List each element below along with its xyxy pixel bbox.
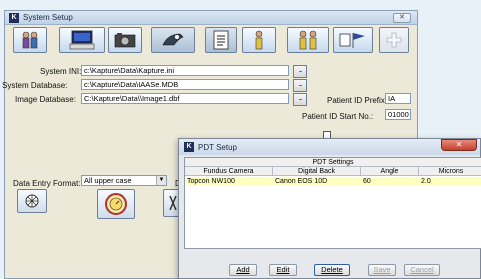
patient-id-start-field[interactable]: 01000 [385,109,411,120]
person-icon [255,30,263,50]
document-button[interactable] [205,27,237,53]
system-ini-field[interactable]: c:\Kapture\Data\Kapture.ini [81,65,289,76]
flag-icon [339,33,365,48]
computer-button[interactable] [59,27,105,53]
title-bar: K System Setup ✕ [5,11,417,25]
cancel-button[interactable]: Cancel [404,264,440,276]
table-cell: 2.0 [421,178,431,185]
scan-button[interactable] [17,189,47,213]
plus-icon [386,32,402,48]
eye-icon [162,33,184,46]
patient-id-prefix-label: Patient ID Prefix: [327,96,388,105]
patient-id-prefix-field[interactable]: IA [385,93,411,104]
data-entry-format-label: Data Entry Format: [13,179,81,188]
column-header[interactable]: Digital Back [273,167,361,176]
system-database-browse-button[interactable]: ... [293,79,307,92]
dialog-title-bar: K PDT Setup ✕ [179,139,480,155]
document-icon [213,30,229,50]
people-button[interactable] [287,27,329,53]
eye-button[interactable] [151,27,195,53]
person-button[interactable] [242,27,276,53]
add-button[interactable]: Add [229,264,257,276]
tools-icon [169,195,177,211]
image-database-label: Image Database: [15,95,76,104]
image-database-field[interactable]: C:\Kapture\Data\\Image1.dbf [81,93,289,104]
dialog-title: PDT Setup [198,143,237,152]
users-icon [22,31,38,49]
users-button[interactable] [13,27,47,53]
system-database-field[interactable]: c:\Kapture\Data\IAASe.MDB [81,79,289,90]
edit-button[interactable]: Edit [269,264,297,276]
app-icon: K [184,142,194,152]
patient-id-start-label: Patient ID Start No.: [302,112,374,121]
delete-button[interactable]: Delete [314,264,350,276]
column-header[interactable]: Angle [361,167,419,176]
app-icon: K [9,13,19,23]
camera-button[interactable] [108,27,142,53]
column-header[interactable]: Fundus Camera [185,167,273,176]
system-database-label: System Database: [2,81,68,90]
image-database-browse-button[interactable]: ... [293,93,307,106]
chevron-down-icon: ▼ [156,176,166,185]
data-entry-format-value: All upper case [84,176,132,185]
flag-button[interactable] [333,27,373,53]
save-button[interactable]: Save [368,264,396,276]
system-ini-browse-button[interactable]: ... [293,65,307,78]
pdt-setup-dialog: K PDT Setup ✕ PDT Settings Fundus Camera… [178,138,481,279]
clock-button[interactable] [97,189,135,219]
people-icon [299,30,317,50]
camera-icon [114,33,136,48]
pdt-settings-table: PDT Settings Fundus Camera Digital Back … [184,157,481,249]
plus-button[interactable] [379,27,409,53]
table-cell: Topcon NW100 [187,178,235,185]
close-button[interactable]: ✕ [393,13,411,23]
table-cell: Canon EOS 10D [275,178,328,185]
system-ini-label: System INI: [40,67,82,76]
column-header[interactable]: Microns [419,167,481,176]
table-cell: 60 [363,178,371,185]
data-entry-format-select[interactable]: All upper case ▼ [81,175,167,186]
target-icon [25,194,39,208]
window-title: System Setup [23,13,73,22]
table-group-header: PDT Settings [185,158,481,167]
close-button[interactable]: ✕ [441,139,477,151]
computer-icon [69,30,95,50]
clock-icon [105,193,127,215]
